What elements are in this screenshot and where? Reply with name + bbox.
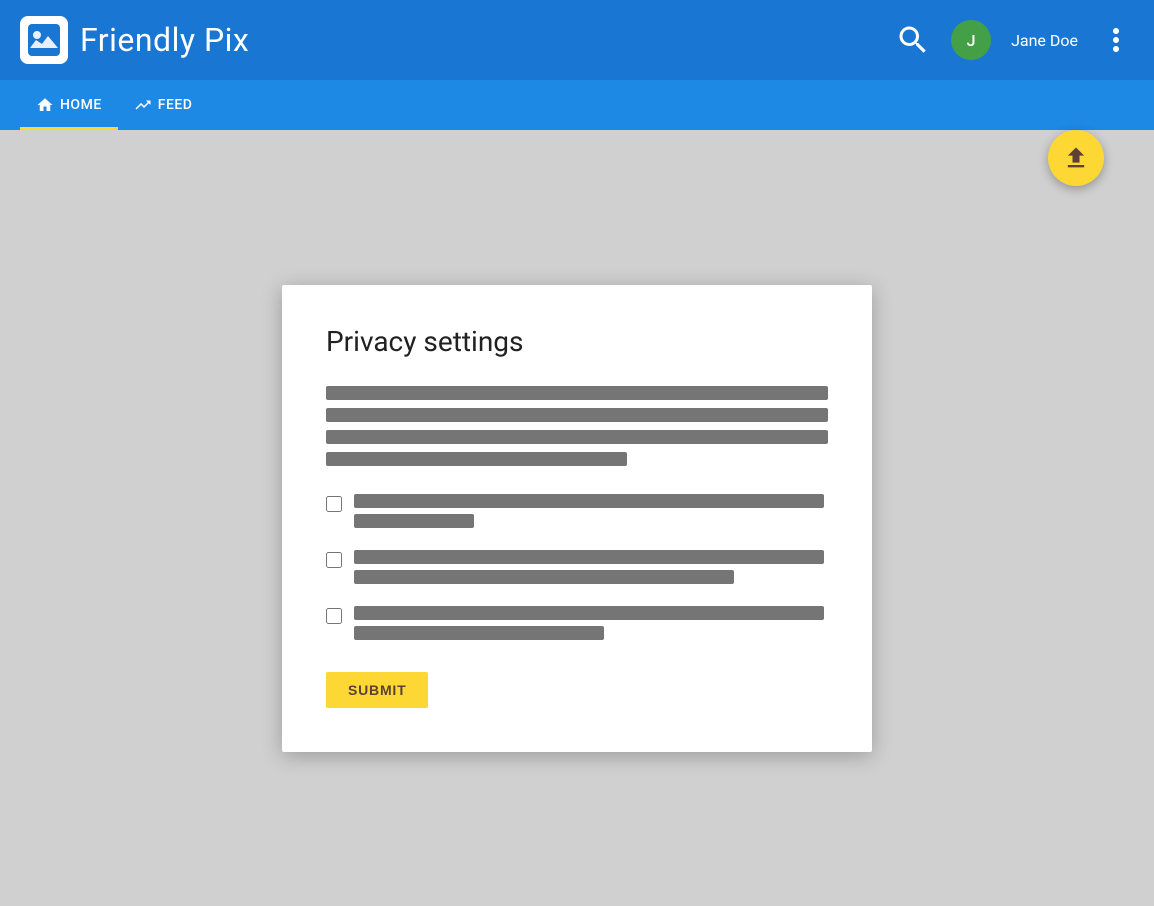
checkbox-group-1 — [326, 494, 828, 528]
search-button[interactable] — [895, 22, 931, 58]
app-title: Friendly Pix — [80, 21, 249, 59]
secondary-nav-bar: HOME FEED — [0, 80, 1154, 130]
upload-icon — [1062, 144, 1090, 172]
cb2-line1 — [354, 550, 824, 564]
checkbox-1[interactable] — [326, 496, 342, 512]
cb1-line2 — [354, 514, 474, 528]
description-text — [326, 386, 828, 466]
nav-right-controls: J Jane Doe — [895, 20, 1134, 60]
checkbox-group-3 — [326, 606, 828, 640]
desc-bar-3 — [326, 430, 828, 444]
checkbox-row-3 — [326, 606, 828, 640]
checkbox-2[interactable] — [326, 552, 342, 568]
checkbox-row-1 — [326, 494, 828, 528]
modal-title: Privacy settings — [326, 325, 828, 358]
tab-feed[interactable]: FEED — [118, 80, 209, 130]
checkbox-2-text — [354, 550, 824, 584]
upload-fab-button[interactable] — [1048, 130, 1104, 186]
cb1-line1 — [354, 494, 824, 508]
checkbox-group-2 — [326, 550, 828, 584]
app-logo-icon — [20, 16, 68, 64]
avatar-initial: J — [967, 31, 976, 50]
more-options-button[interactable] — [1098, 22, 1134, 58]
main-content: Privacy settings — [0, 130, 1154, 906]
tab-feed-label: FEED — [158, 97, 193, 113]
desc-bar-4 — [326, 452, 627, 466]
desc-bar-2 — [326, 408, 828, 422]
cb3-line1 — [354, 606, 824, 620]
top-nav-bar: Friendly Pix J Jane Doe — [0, 0, 1154, 80]
privacy-settings-modal: Privacy settings — [282, 285, 872, 752]
checkbox-1-text — [354, 494, 824, 528]
feed-icon — [134, 96, 152, 114]
avatar: J — [951, 20, 991, 60]
home-icon — [36, 96, 54, 114]
logo-area: Friendly Pix — [20, 16, 249, 64]
user-name: Jane Doe — [1011, 31, 1078, 50]
cb3-line2 — [354, 626, 604, 640]
checkbox-3-text — [354, 606, 824, 640]
tab-home-label: HOME — [60, 97, 102, 113]
cb2-line2 — [354, 570, 734, 584]
tab-home[interactable]: HOME — [20, 80, 118, 130]
checkbox-row-2 — [326, 550, 828, 584]
desc-bar-1 — [326, 386, 828, 400]
submit-button[interactable]: SUBMIT — [326, 672, 428, 708]
checkbox-3[interactable] — [326, 608, 342, 624]
